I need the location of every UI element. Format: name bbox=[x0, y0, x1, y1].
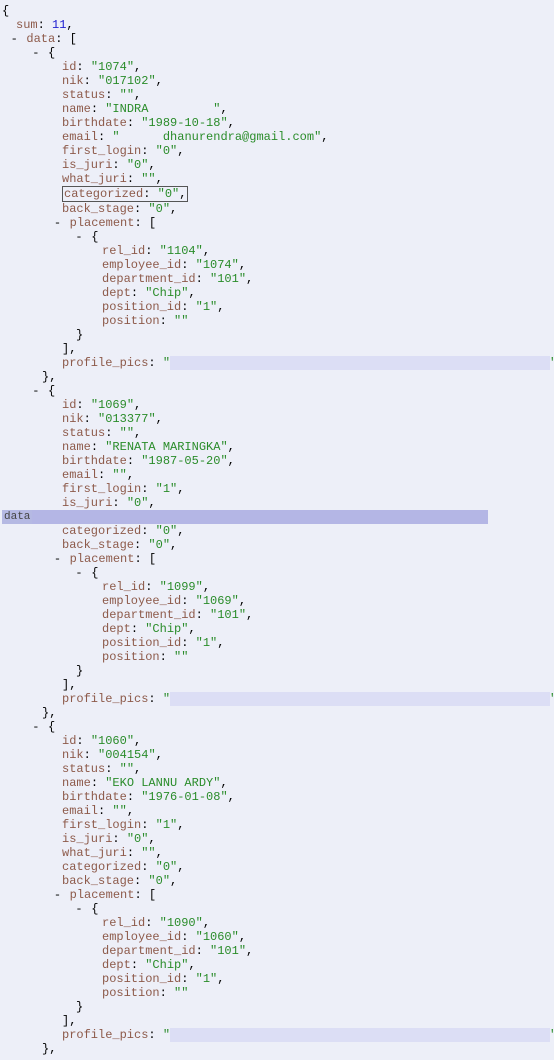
placement-open[interactable]: - placement: [ bbox=[2, 888, 552, 902]
collapse-toggle[interactable]: - bbox=[9, 32, 19, 46]
field-name: name: "RENATA MARINGKA", bbox=[2, 440, 552, 454]
json-viewer: { sum: 11, - data: [ - { id: "1074", nik… bbox=[2, 4, 552, 1056]
placement-open[interactable]: - placement: [ bbox=[2, 216, 552, 230]
field-position-id: position_id: "1", bbox=[2, 636, 552, 650]
field-status: status: "", bbox=[2, 762, 552, 776]
collapse-toggle[interactable]: - bbox=[74, 566, 84, 580]
placement-item-open[interactable]: - { bbox=[2, 566, 552, 580]
item-1-open[interactable]: - { bbox=[2, 384, 552, 398]
field-name: name: "INDRA ", bbox=[2, 102, 552, 116]
field-nik: nik: "013377", bbox=[2, 412, 552, 426]
field-rel-id: rel_id: "1090", bbox=[2, 916, 552, 930]
field-email: email: "", bbox=[2, 804, 552, 818]
field-department-id: department_id: "101", bbox=[2, 944, 552, 958]
field-profile-pics: profile_pics: " " bbox=[2, 356, 552, 370]
field-email: email: "", bbox=[2, 468, 552, 482]
field-first-login: first_login: "1", bbox=[2, 818, 552, 832]
field-position: position: "" bbox=[2, 650, 552, 664]
field-dept: dept: "Chip", bbox=[2, 622, 552, 636]
field-what-juri: what_juri: "", bbox=[2, 846, 552, 860]
field-dept: dept: "Chip", bbox=[2, 286, 552, 300]
field-nik: nik: "017102", bbox=[2, 74, 552, 88]
item-0-open[interactable]: - { bbox=[2, 46, 552, 60]
field-department-id: department_id: "101", bbox=[2, 608, 552, 622]
field-employee-id: employee_id: "1074", bbox=[2, 258, 552, 272]
field-is-juri: is_juri: "0", bbox=[2, 496, 552, 510]
field-employee-id: employee_id: "1069", bbox=[2, 594, 552, 608]
field-back-stage: back_stage: "0", bbox=[2, 874, 552, 888]
field-dept: dept: "Chip", bbox=[2, 958, 552, 972]
field-position: position: "" bbox=[2, 986, 552, 1000]
placement-item-close: } bbox=[2, 328, 552, 342]
field-nik: nik: "004154", bbox=[2, 748, 552, 762]
field-profile-pics: profile_pics: " " bbox=[2, 692, 552, 706]
data-path-tooltip: data bbox=[2, 510, 32, 524]
field-first-login: first_login: "1", bbox=[2, 482, 552, 496]
field-birthdate: birthdate: "1976-01-08", bbox=[2, 790, 552, 804]
field-back-stage: back_stage: "0", bbox=[2, 538, 552, 552]
placement-item-close: } bbox=[2, 1000, 552, 1014]
collapse-toggle[interactable]: - bbox=[52, 552, 62, 566]
field-name: name: "EKO LANNU ARDY", bbox=[2, 776, 552, 790]
field-what-juri: what_juri: "", bbox=[2, 172, 552, 186]
field-position: position: "" bbox=[2, 314, 552, 328]
field-profile-pics: profile_pics: " " bbox=[2, 1028, 552, 1042]
field-back-stage: back_stage: "0", bbox=[2, 202, 552, 216]
field-rel-id: rel_id: "1099", bbox=[2, 580, 552, 594]
collapse-toggle[interactable]: - bbox=[31, 46, 41, 60]
collapse-toggle[interactable]: - bbox=[52, 216, 62, 230]
field-birthdate: birthdate: "1987-05-20", bbox=[2, 454, 552, 468]
field-is-juri: is_juri: "0", bbox=[2, 832, 552, 846]
field-status: status: "", bbox=[2, 426, 552, 440]
collapse-toggle[interactable]: - bbox=[74, 902, 84, 916]
field-id: id: "1074", bbox=[2, 60, 552, 74]
placement-item-close: } bbox=[2, 664, 552, 678]
collapse-toggle[interactable]: - bbox=[74, 230, 84, 244]
placement-close: ], bbox=[2, 678, 552, 692]
field-status: status: "", bbox=[2, 88, 552, 102]
highlighted-row: data bbox=[2, 510, 552, 524]
field-rel-id: rel_id: "1104", bbox=[2, 244, 552, 258]
field-id: id: "1069", bbox=[2, 398, 552, 412]
collapse-toggle[interactable]: - bbox=[31, 384, 41, 398]
item-0-close: }, bbox=[2, 370, 552, 384]
data-open[interactable]: - data: [ bbox=[2, 32, 552, 46]
item-2-open[interactable]: - { bbox=[2, 720, 552, 734]
placement-item-open[interactable]: - { bbox=[2, 902, 552, 916]
placement-item-open[interactable]: - { bbox=[2, 230, 552, 244]
field-categorized: categorized: "0", bbox=[2, 860, 552, 874]
field-categorized: categorized: "0", bbox=[2, 524, 552, 538]
sum-row: sum: 11, bbox=[2, 18, 552, 32]
field-email: email: " dhanurendra@gmail.com", bbox=[2, 130, 552, 144]
field-is-juri: is_juri: "0", bbox=[2, 158, 552, 172]
collapse-toggle[interactable]: - bbox=[31, 720, 41, 734]
placement-open[interactable]: - placement: [ bbox=[2, 552, 552, 566]
item-1-close: }, bbox=[2, 706, 552, 720]
field-position-id: position_id: "1", bbox=[2, 300, 552, 314]
field-id: id: "1060", bbox=[2, 734, 552, 748]
field-categorized: categorized: "0", bbox=[2, 186, 552, 202]
item-2-close: }, bbox=[2, 1042, 552, 1056]
field-position-id: position_id: "1", bbox=[2, 972, 552, 986]
field-first-login: first_login: "0", bbox=[2, 144, 552, 158]
root-open: { bbox=[2, 4, 552, 18]
placement-close: ], bbox=[2, 342, 552, 356]
field-employee-id: employee_id: "1060", bbox=[2, 930, 552, 944]
collapse-toggle[interactable]: - bbox=[52, 888, 62, 902]
placement-close: ], bbox=[2, 1014, 552, 1028]
field-birthdate: birthdate: "1989-10-18", bbox=[2, 116, 552, 130]
field-department-id: department_id: "101", bbox=[2, 272, 552, 286]
